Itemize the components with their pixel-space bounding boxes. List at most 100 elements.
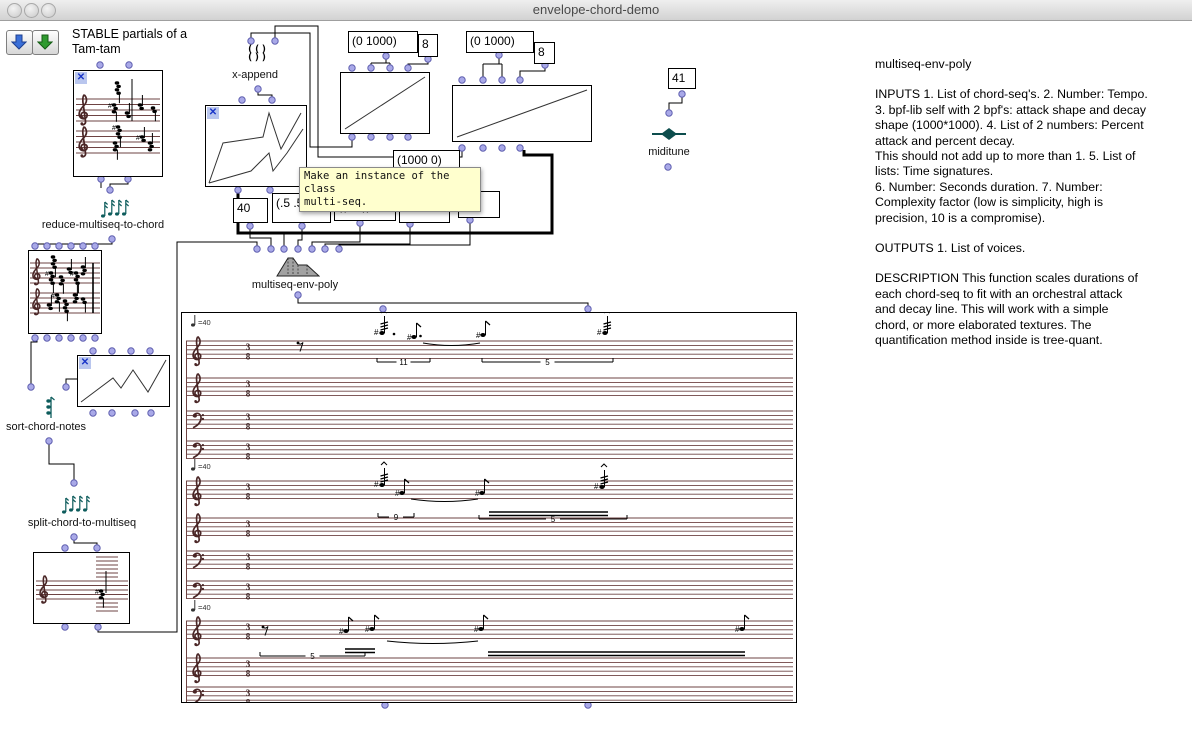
bpf-attack-box[interactable]: [340, 72, 430, 134]
value-box-num-b[interactable]: 8: [534, 42, 555, 64]
value-box-list-b[interactable]: (0 1000): [466, 31, 534, 53]
inlet-outlet-dot[interactable]: [239, 97, 245, 103]
inlet-outlet-dot[interactable]: [269, 97, 275, 103]
patch-cord[interactable]: [520, 67, 545, 79]
patch-cord[interactable]: [250, 228, 271, 247]
patch-cord[interactable]: [669, 96, 682, 111]
inlet-outlet-dot[interactable]: [32, 243, 38, 249]
multi-seq-box-source[interactable]: ✕ ###: [73, 70, 163, 177]
inlet-outlet-dot[interactable]: [295, 292, 301, 298]
inlet-outlet-dot[interactable]: [368, 134, 374, 140]
lock-icon[interactable]: ✕: [79, 357, 91, 369]
inlet-outlet-dot[interactable]: [71, 534, 77, 540]
inlet-outlet-dot[interactable]: [90, 410, 96, 416]
inlet-outlet-dot[interactable]: [109, 236, 115, 242]
inlet-outlet-dot[interactable]: [349, 65, 355, 71]
inlet-outlet-dot[interactable]: [92, 243, 98, 249]
inlet-outlet-dot[interactable]: [71, 480, 77, 486]
poly-score-box[interactable]: =4038383838####115=4038383838##9##5=4038…: [181, 312, 797, 703]
inlet-outlet-dot[interactable]: [109, 348, 115, 354]
inlet-outlet-dot[interactable]: [46, 438, 52, 444]
inlet-outlet-dot[interactable]: [90, 348, 96, 354]
inlet-outlet-dot[interactable]: [62, 545, 68, 551]
inlet-outlet-dot[interactable]: [666, 110, 672, 116]
inlet-outlet-dot[interactable]: [68, 243, 74, 249]
patch-cord[interactable]: [74, 539, 97, 546]
inlet-outlet-dot[interactable]: [148, 410, 154, 416]
import-button[interactable]: [6, 30, 33, 55]
inlet-outlet-dot[interactable]: [126, 62, 132, 68]
bpf-decay-box[interactable]: [452, 85, 592, 142]
inlet-outlet-dot[interactable]: [254, 246, 260, 252]
inlet-outlet-dot[interactable]: [109, 410, 115, 416]
value-box-40[interactable]: 40: [233, 198, 268, 223]
inlet-outlet-dot[interactable]: [272, 38, 278, 44]
inlet-outlet-dot[interactable]: [63, 384, 69, 390]
inlet-outlet-dot[interactable]: [56, 243, 62, 249]
comment-text[interactable]: STABLE partials of a Tam-tam: [72, 27, 187, 57]
multi-seq-box-2[interactable]: ###: [28, 250, 102, 334]
inlet-outlet-dot[interactable]: [128, 348, 134, 354]
value-box-41[interactable]: 41: [668, 68, 696, 89]
inlet-outlet-dot[interactable]: [665, 164, 671, 170]
inlet-outlet-dot[interactable]: [517, 145, 523, 151]
inlet-outlet-dot[interactable]: [132, 410, 138, 416]
inlet-outlet-dot[interactable]: [387, 65, 393, 71]
inlet-outlet-dot[interactable]: [97, 62, 103, 68]
patch-cord[interactable]: [49, 443, 74, 481]
bpf-box-small[interactable]: ✕: [77, 355, 170, 407]
inlet-outlet-dot[interactable]: [349, 134, 355, 140]
inlet-outlet-dot[interactable]: [480, 145, 486, 151]
inlet-outlet-dot[interactable]: [281, 246, 287, 252]
lock-icon[interactable]: ✕: [207, 107, 219, 119]
lock-icon[interactable]: ✕: [75, 72, 87, 84]
inlet-outlet-dot[interactable]: [383, 53, 389, 59]
value-box-num-a[interactable]: 8: [418, 34, 438, 57]
inlet-outlet-dot[interactable]: [94, 545, 100, 551]
inlet-outlet-dot[interactable]: [336, 246, 342, 252]
patch-cord[interactable]: [298, 228, 302, 247]
inlet-outlet-dot[interactable]: [56, 335, 62, 341]
inlet-outlet-dot[interactable]: [44, 243, 50, 249]
inlet-outlet-dot[interactable]: [247, 223, 253, 229]
inlet-outlet-dot[interactable]: [405, 134, 411, 140]
inlet-outlet-dot[interactable]: [68, 335, 74, 341]
patch-cord[interactable]: [298, 297, 588, 307]
inlet-outlet-dot[interactable]: [268, 246, 274, 252]
inlet-outlet-dot[interactable]: [255, 86, 261, 92]
patch-cord[interactable]: [31, 339, 37, 385]
inlet-outlet-dot[interactable]: [44, 335, 50, 341]
patch-canvas[interactable]: STABLE partials of a Tam-tam ✕ ### ### #…: [0, 21, 1192, 734]
x-append-icon[interactable]: (()()): [247, 46, 268, 62]
patch-cord[interactable]: [258, 91, 272, 98]
inlet-outlet-dot[interactable]: [368, 65, 374, 71]
patch-cord[interactable]: [110, 181, 128, 188]
inlet-outlet-dot[interactable]: [95, 624, 101, 630]
inlet-outlet-dot[interactable]: [309, 246, 315, 252]
inlet-outlet-dot[interactable]: [499, 145, 505, 151]
inlet-outlet-dot[interactable]: [235, 187, 241, 193]
patch-cord[interactable]: [325, 226, 410, 247]
chord-box[interactable]: #: [33, 552, 130, 624]
inlet-outlet-dot[interactable]: [32, 335, 38, 341]
inlet-outlet-dot[interactable]: [322, 246, 328, 252]
title-bar[interactable]: envelope-chord-demo: [0, 0, 1192, 21]
export-button[interactable]: [32, 30, 59, 55]
inlet-outlet-dot[interactable]: [459, 77, 465, 83]
inlet-outlet-dot[interactable]: [295, 246, 301, 252]
inlet-outlet-dot[interactable]: [28, 384, 34, 390]
inlet-outlet-dot[interactable]: [387, 134, 393, 140]
inlet-outlet-dot[interactable]: [80, 335, 86, 341]
inlet-outlet-dot[interactable]: [499, 77, 505, 83]
inlet-outlet-dot[interactable]: [80, 243, 86, 249]
value-box-list-a[interactable]: (0 1000): [348, 31, 418, 53]
inlet-outlet-dot[interactable]: [480, 77, 486, 83]
inlet-outlet-dot[interactable]: [147, 348, 153, 354]
inlet-outlet-dot[interactable]: [62, 624, 68, 630]
bpf-lib-box[interactable]: ✕: [205, 105, 307, 187]
inlet-outlet-dot[interactable]: [299, 223, 305, 229]
inlet-outlet-dot[interactable]: [405, 65, 411, 71]
inlet-outlet-dot[interactable]: [517, 77, 523, 83]
inlet-outlet-dot[interactable]: [92, 335, 98, 341]
inlet-outlet-dot[interactable]: [679, 91, 685, 97]
